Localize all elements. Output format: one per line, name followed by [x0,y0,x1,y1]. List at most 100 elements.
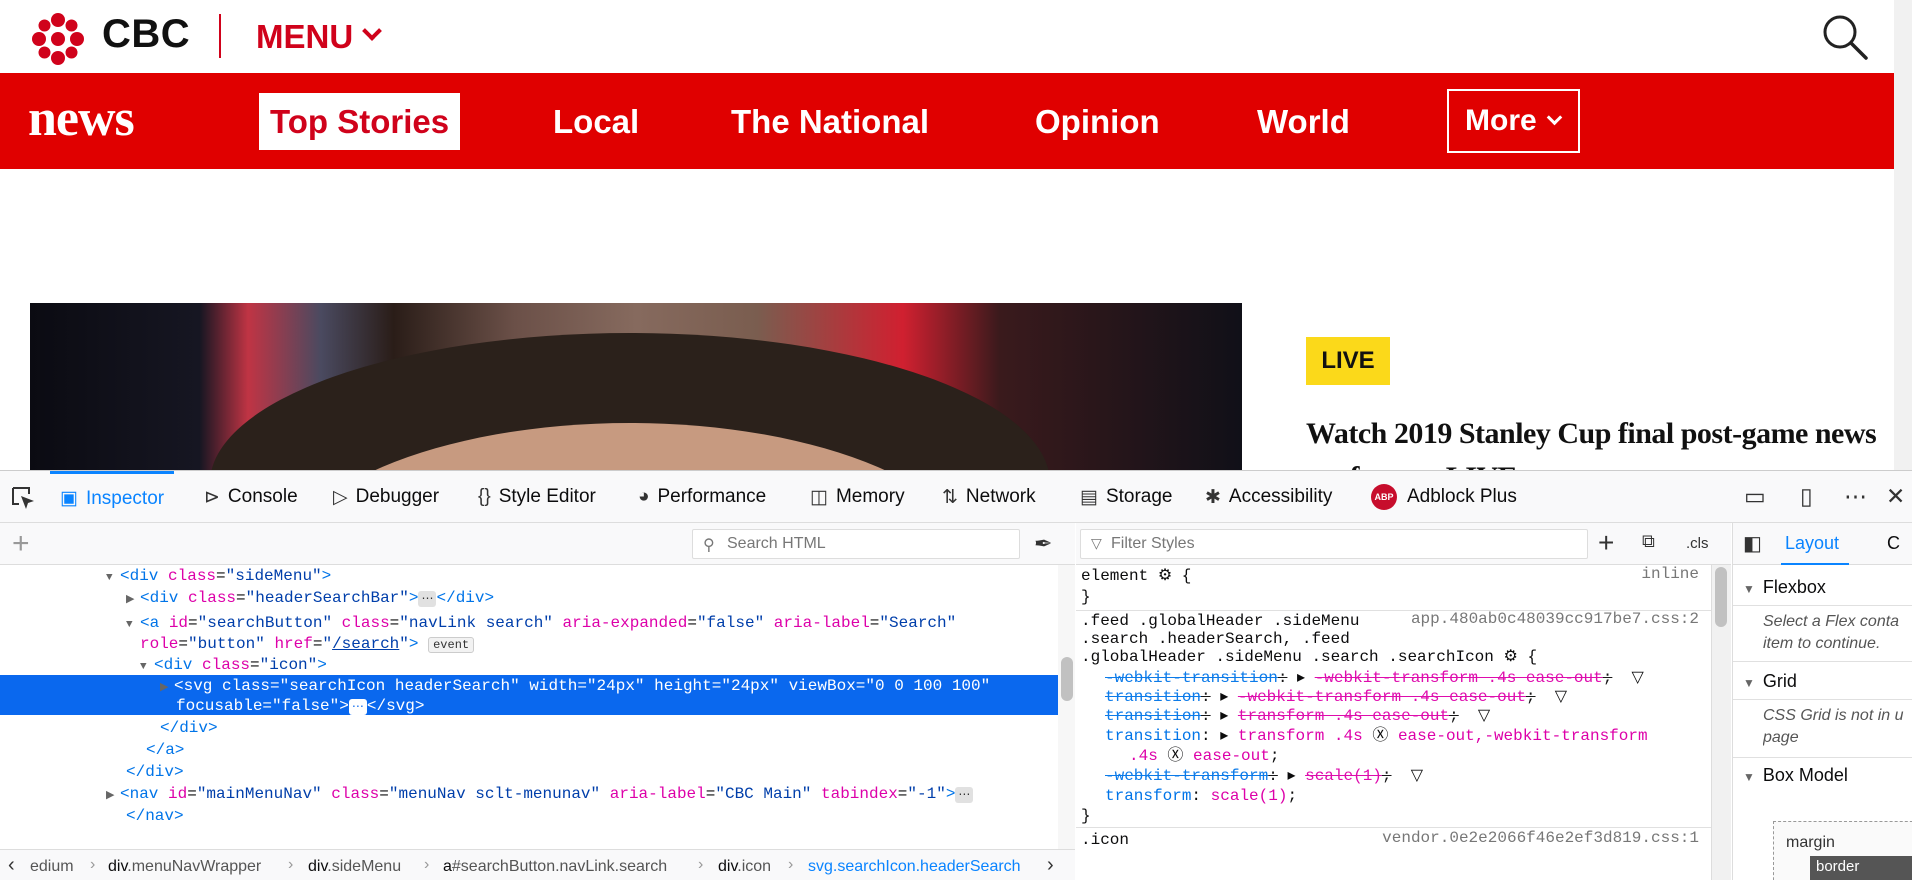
expand-icon[interactable]: ▶ [126,589,140,611]
chevron-left-icon[interactable]: ‹ [8,854,15,877]
nav-top-stories[interactable]: Top Stories [259,93,461,150]
story-headline[interactable]: Watch 2019 Stanley Cup final post-game n… [1306,412,1886,470]
expand-icon[interactable]: ▼ [106,567,120,589]
close-icon[interactable]: ✕ [1886,483,1905,510]
grid-hint: page [1763,729,1799,746]
nav-opinion[interactable]: Opinion [1035,103,1160,141]
add-rule-icon[interactable]: + [1598,527,1614,559]
filter-icon[interactable]: ▽ [1478,707,1490,725]
add-node-icon[interactable]: + [12,527,30,561]
easing-icon[interactable]: Ⓧ [1167,747,1183,765]
tree-close-tag[interactable]: </div> [0,761,1058,783]
collapsed-ellipsis[interactable]: ⋯ [418,591,437,607]
markup-pane: + ⚲ Search HTML ✒ ▼ <div class="sideMenu"… [0,523,1075,880]
expand-icon[interactable]: ▶ [106,785,120,807]
tab-memory[interactable]: ◫ Memory [810,471,905,523]
eyedropper-icon[interactable]: ✒ [1034,531,1052,557]
breadcrumb-item[interactable]: div.menuNavWrapper [108,858,261,876]
attr-value: "headerSearchBar" [245,589,409,607]
box-model-section-header[interactable]: ▼ Box Model [1743,765,1848,786]
network-icon: ⇅ [942,486,958,508]
cbc-wordmark[interactable]: CBC [102,12,190,57]
border-box[interactable]: border [1810,856,1912,880]
toggle-pane-icon[interactable]: ◧ [1743,531,1762,556]
page-scrollbar[interactable] [1894,0,1912,470]
hero-image[interactable] [30,303,1242,470]
element-rule-selector[interactable]: element ⚙ { [1081,565,1191,587]
print-media-icon[interactable]: ⧉ [1642,531,1655,552]
collapsed-ellipsis[interactable]: ⋯ [955,787,974,803]
markup-scrollbar-thumb[interactable] [1061,657,1073,701]
tree-node-selected-continuation[interactable]: focusable="false"> ⋯ </svg> [0,695,1058,717]
nav-more-button[interactable]: More [1447,89,1580,153]
flexbox-section-header[interactable]: ▼ Flexbox [1743,577,1826,598]
nav-the-national[interactable]: The National [731,103,929,141]
breadcrumb-item-current[interactable]: svg.searchIcon.headerSearch [808,858,1021,876]
declaration-continuation[interactable]: .4s Ⓧ ease-out; [1129,745,1279,767]
tab-performance[interactable]: ◕ Performance [638,471,766,523]
tree-node[interactable]: ▼ <a id="searchButton" class="navLink sea… [0,612,1058,634]
element-picker-icon[interactable] [10,485,36,511]
search-html-input[interactable]: ⚲ Search HTML [692,529,1020,559]
cbc-gem-logo[interactable] [30,11,86,67]
close-tag: </nav> [126,807,184,825]
filter-styles-input[interactable]: ▽ Filter Styles [1080,529,1588,559]
grid-section-header[interactable]: ▼ Grid [1743,671,1797,692]
tab-console[interactable]: ⊳ Console [204,471,298,523]
news-logo[interactable]: news [28,89,135,148]
tab-layout[interactable]: Layout [1781,523,1850,565]
tree-close-tag[interactable]: </a> [0,739,1058,761]
close-tag: </div> [126,763,184,781]
chevron-down-icon [362,21,383,41]
breadcrumb-item[interactable]: div.sideMenu [308,858,401,876]
markup-scrollbar[interactable] [1058,565,1075,849]
tab-inspector[interactable]: ▣ Inspector [50,471,175,523]
rule-selector[interactable]: .icon [1081,829,1129,851]
filter-icon[interactable]: ▽ [1555,688,1567,706]
tree-node[interactable]: ▶ <nav id="mainMenuNav" class="menuNav sc… [0,783,1058,805]
chevron-right-icon[interactable]: › [1047,854,1054,877]
rule-source-link[interactable]: vendor.0e2e2066f46e2ef3d819.css:1 [1382,829,1699,847]
cbc-page: CBC MENU news Top Stories Local The Nati… [0,0,1912,470]
rule-source-link[interactable]: app.480ab0c48039cc917be7.css:2 [1411,610,1699,628]
tree-node[interactable]: ▼ <div class="sideMenu"> [0,565,1058,587]
nav-local[interactable]: Local [553,103,639,141]
filter-icon[interactable]: ▽ [1632,669,1644,687]
tree-node[interactable]: ▶ <div class="headerSearchBar"> ⋯ </div> [0,587,1058,609]
tab-computed[interactable]: C [1887,523,1900,565]
tab-storage[interactable]: ▤ Storage [1080,471,1173,523]
menu-button[interactable]: MENU [256,18,383,56]
attr-value: "24px" [721,677,779,695]
tab-style-editor[interactable]: {} Style Editor [478,471,596,523]
tree-node[interactable]: ▼ <div class="icon"> [0,654,1058,676]
declaration-overridden[interactable]: transition: ▸ transform .4s ease-out; ▽ [1105,705,1490,727]
tree-close-tag[interactable]: </div> [0,717,1058,739]
tab-adblock-plus[interactable]: ABP Adblock Plus [1371,471,1517,523]
breadcrumb-item[interactable]: edium [30,858,74,876]
attr-name: href [274,635,313,653]
declaration-overridden[interactable]: -webkit-transform: ▸ scale(1); ▽ [1105,765,1423,787]
tab-network[interactable]: ⇅ Network [942,471,1036,523]
more-options-icon[interactable]: ⋯ [1844,483,1867,510]
cls-toggle-button[interactable]: .cls [1686,535,1709,552]
box-model-diagram[interactable]: margin border [1773,821,1912,880]
dock-layout-icon[interactable]: ▭ [1744,483,1766,510]
href-link[interactable]: /search [332,635,399,653]
tree-node-continuation[interactable]: role="button" href="/search"> event [0,633,1058,655]
breadcrumb-item[interactable]: div.icon [718,858,771,876]
easing-icon[interactable]: Ⓧ [1372,727,1388,745]
tree-close-tag[interactable]: </nav> [0,805,1058,827]
responsive-mode-icon[interactable]: ▯ [1800,483,1813,510]
declaration[interactable]: transition: ▸ transform .4s Ⓧ ease-out,-… [1105,725,1648,747]
event-badge[interactable]: event [428,637,475,653]
rule-selector[interactable]: .globalHeader .sideMenu .search .searchI… [1081,646,1537,668]
declaration[interactable]: transform: scale(1); [1105,785,1297,807]
tab-debugger[interactable]: ▷ Debugger [333,471,439,523]
tab-accessibility[interactable]: ✱ Accessibility [1205,471,1332,523]
collapsed-ellipsis[interactable]: ⋯ [348,699,367,715]
filter-icon[interactable]: ▽ [1411,767,1423,785]
breadcrumb-item[interactable]: a#searchButton.navLink.search [443,858,667,876]
nav-world[interactable]: World [1257,103,1350,141]
search-icon[interactable] [1820,12,1870,62]
rules-scrollbar-thumb[interactable] [1715,567,1727,627]
